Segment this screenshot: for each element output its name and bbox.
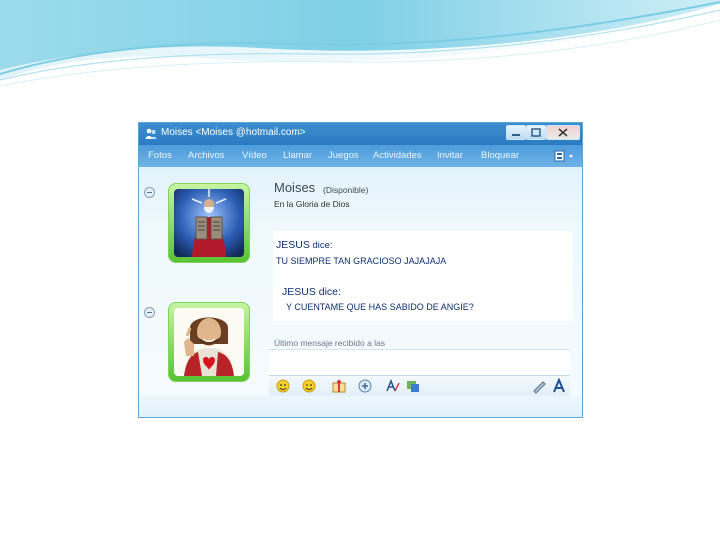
menu-item-actividades[interactable]: Actividades	[373, 150, 422, 161]
user-avatar	[174, 308, 244, 376]
handwriting-button[interactable]	[531, 378, 547, 394]
wink-button[interactable]	[301, 378, 317, 394]
emoticon-icon	[276, 379, 290, 393]
menu-item-archivos[interactable]: Archivos	[188, 150, 224, 161]
wink-icon	[302, 379, 316, 393]
collapse-contact-button[interactable]	[144, 187, 155, 198]
contact-avatar-frame	[168, 183, 250, 263]
last-message-info: Último mensaje recibido a las	[274, 338, 386, 348]
message-sender: JESUS dice:	[276, 239, 333, 251]
title-bar: Moises <Moises @hotmail.com>	[139, 123, 582, 145]
gift-button[interactable]	[331, 378, 347, 394]
text-style-button[interactable]	[551, 378, 567, 394]
nudge-icon	[358, 379, 372, 393]
background-button[interactable]	[405, 378, 421, 394]
sender-dice: dice:	[315, 286, 341, 298]
close-button[interactable]	[546, 125, 580, 140]
maximize-button[interactable]	[526, 125, 546, 140]
font-button[interactable]	[385, 378, 401, 394]
minimize-button[interactable]	[506, 125, 526, 140]
font-icon	[386, 378, 400, 392]
contact-name: Moises	[274, 180, 316, 195]
emoticon-button[interactable]	[275, 378, 291, 394]
minimize-icon	[512, 134, 520, 136]
sender-name: JESUS	[276, 239, 310, 251]
nudge-button[interactable]	[357, 378, 373, 394]
text-style-icon	[553, 378, 565, 393]
input-toolbar	[269, 375, 570, 396]
contact-avatar	[174, 189, 244, 257]
maximize-icon	[531, 128, 541, 137]
messenger-window: Moises <Moises @hotmail.com> Fotos Archi…	[138, 122, 583, 418]
menu-item-juegos[interactable]: Juegos	[328, 150, 359, 161]
gift-icon	[332, 380, 346, 393]
close-icon	[558, 128, 568, 137]
menu-bar: Fotos Archivos Vídeo Llamar Juegos Activ…	[139, 145, 582, 167]
collapse-user-button[interactable]	[144, 307, 155, 318]
contact-status: (Disponible)	[323, 185, 369, 195]
menu-item-fotos[interactable]: Fotos	[148, 150, 172, 161]
message-text: TU SIEMPRE TAN GRACIOSO JAJAJAJA	[276, 256, 447, 266]
menu-item-llamar[interactable]: Llamar	[283, 150, 312, 161]
window-title: Moises <Moises @hotmail.com>	[161, 127, 306, 138]
contact-personal-message: En la Gloria de Dios	[274, 199, 350, 209]
menu-item-video[interactable]: Vídeo	[242, 150, 267, 161]
message-sender: JESUS dice:	[282, 286, 341, 298]
menu-options-icon[interactable]	[553, 149, 579, 163]
user-avatar-frame	[168, 302, 250, 382]
message-text: Y CUENTAME QUE HAS SABIDO DE ANGIE?	[286, 302, 474, 312]
windows-live-icon	[145, 128, 157, 139]
sender-dice: dice:	[309, 240, 333, 251]
window-footer	[139, 395, 582, 417]
message-input[interactable]	[269, 349, 570, 376]
handwriting-icon	[533, 381, 546, 394]
menu-item-bloquear[interactable]: Bloquear	[481, 150, 519, 161]
sender-name: JESUS	[282, 286, 316, 298]
background-icon	[407, 381, 419, 392]
menu-item-invitar[interactable]: Invitar	[437, 150, 463, 161]
